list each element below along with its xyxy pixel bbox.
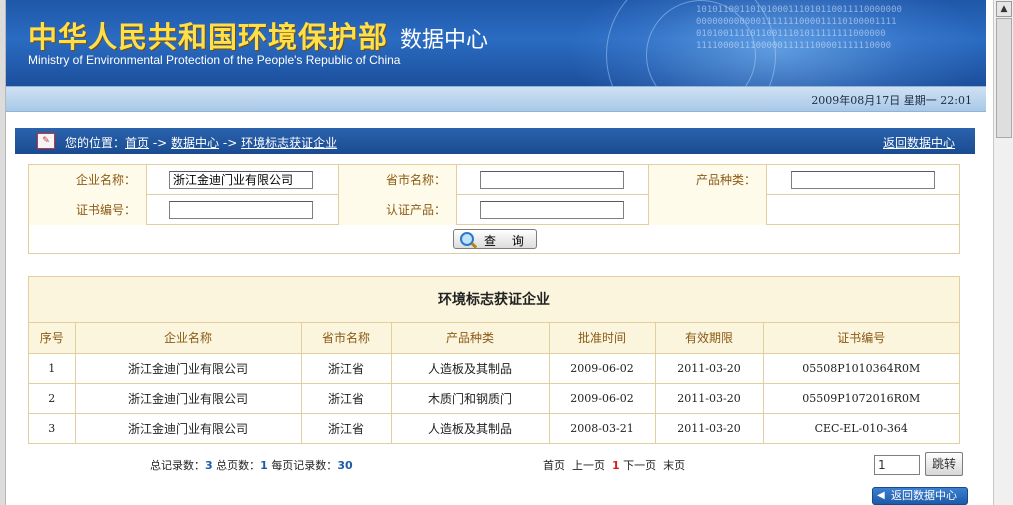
column-header-expiry-date: 有效期限 — [655, 323, 764, 354]
back-to-data-center-button[interactable]: ◀ 返回数据中心 — [872, 487, 968, 505]
empty-label-cell — [649, 195, 767, 225]
product-type-label: 产品种类： — [649, 165, 767, 195]
cert-product-label: 认证产品： — [339, 195, 457, 225]
scroll-thumb[interactable] — [996, 18, 1012, 138]
cell-cert-no: 05508P1010364R0M — [763, 353, 959, 384]
province-label: 省市名称： — [339, 165, 457, 195]
date-bar: 2009年08月17日 星期一 22:01 — [6, 86, 986, 112]
total-pages-value: 1 — [260, 459, 268, 472]
next-page-link[interactable]: 下一页 — [623, 459, 656, 472]
back-button-label: 返回数据中心 — [891, 489, 957, 502]
table-header-row: 序号 企业名称 省市名称 产品种类 批准时间 有效期限 证书编号 — [29, 323, 959, 354]
breadcrumb-current[interactable]: 环境标志获证企业 — [241, 136, 337, 150]
vertical-scrollbar[interactable]: ▲ — [993, 0, 1013, 505]
banner-binary-decor: 10101100110101000111010110011110000000 0… — [696, 5, 902, 51]
cell-approval-date: 2009-06-02 — [549, 353, 656, 384]
breadcrumb: ✎ 您的位置：首页 -> 数据中心 -> 环境标志获证企业 返回数据中心 — [15, 128, 975, 154]
last-page-link[interactable]: 末页 — [663, 459, 685, 472]
page: 10101100110101000111010110011110000000 0… — [0, 0, 1013, 505]
total-records-value: 3 — [205, 459, 213, 472]
cert-product-cell — [457, 195, 649, 225]
cell-cert-no: CEC-EL-010-364 — [763, 413, 959, 444]
company-name-input[interactable]: 浙江金迪门业有限公司 — [169, 171, 313, 189]
site-title-cn: 中华人民共和国环境保护部 — [28, 20, 389, 54]
scroll-up-arrow-icon[interactable]: ▲ — [996, 1, 1012, 17]
product-type-cell — [767, 165, 959, 195]
cell-approval-date: 2008-03-21 — [549, 413, 656, 444]
cert-product-input[interactable] — [480, 201, 624, 219]
breadcrumb-trail: 您的位置：首页 -> 数据中心 -> 环境标志获证企业 — [65, 134, 337, 151]
total-pages-label: 总页数： — [216, 459, 261, 472]
magnifier-icon — [460, 232, 474, 246]
cell-company: 浙江金迪门业有限公司 — [75, 353, 302, 384]
results-table: 序号 企业名称 省市名称 产品种类 批准时间 有效期限 证书编号 1 浙江金迪门… — [29, 323, 959, 444]
empty-cell — [767, 195, 959, 225]
breadcrumb-separator: -> — [149, 136, 172, 150]
location-icon: ✎ — [37, 133, 55, 149]
cell-index: 2 — [29, 383, 76, 414]
cell-company: 浙江金迪门业有限公司 — [75, 413, 302, 444]
breadcrumb-home-link[interactable]: 首页 — [125, 136, 149, 150]
jump-button[interactable]: 跳转 — [925, 452, 963, 476]
cell-expiry-date: 2011-03-20 — [655, 383, 764, 414]
left-arrow-icon: ◀ — [877, 490, 885, 501]
prev-page-link[interactable]: 上一页 — [572, 459, 605, 472]
jump-page-input[interactable]: 1 — [874, 455, 920, 475]
cell-product-type: 木质门和钢质门 — [391, 383, 550, 414]
site-subtitle: 数据中心 — [400, 28, 489, 53]
first-page-link[interactable]: 首页 — [543, 459, 565, 472]
cert-no-cell — [147, 195, 339, 225]
site-title-en: Ministry of Environmental Protection of … — [28, 53, 401, 67]
province-input[interactable] — [480, 171, 624, 189]
results-title: 环境标志获证企业 — [29, 277, 959, 323]
company-label: 企业名称： — [29, 165, 147, 195]
column-header-product-type: 产品种类 — [391, 323, 550, 354]
per-page-label: 每页记录数： — [271, 459, 338, 472]
cert-no-label: 证书编号： — [29, 195, 147, 225]
search-row: 企业名称： 浙江金迪门业有限公司 省市名称： 产品种类： — [29, 165, 959, 195]
cell-approval-date: 2009-06-02 — [549, 383, 656, 414]
cell-index: 3 — [29, 413, 76, 444]
search-row: 证书编号： 认证产品： — [29, 195, 959, 225]
current-datetime: 2009年08月17日 星期一 22:01 — [811, 94, 972, 107]
cell-cert-no: 05509P1072016R0M — [763, 383, 959, 414]
cell-province: 浙江省 — [301, 383, 392, 414]
total-records-label: 总记录数： — [150, 459, 205, 472]
company-cell: 浙江金迪门业有限公司 — [147, 165, 339, 195]
pager-stats: 总记录数：3 总页数：1 每页记录数：30 — [150, 457, 353, 473]
per-page-value: 30 — [337, 459, 353, 472]
cell-expiry-date: 2011-03-20 — [655, 353, 764, 384]
cell-province: 浙江省 — [301, 353, 392, 384]
column-header-cert-no: 证书编号 — [763, 323, 959, 354]
cell-province: 浙江省 — [301, 413, 392, 444]
cell-index: 1 — [29, 353, 76, 384]
breadcrumb-separator: -> — [219, 136, 242, 150]
column-header-company: 企业名称 — [75, 323, 302, 354]
column-header-approval-date: 批准时间 — [549, 323, 656, 354]
column-header-index: 序号 — [29, 323, 76, 354]
cert-no-input[interactable] — [169, 201, 313, 219]
table-row[interactable]: 3 浙江金迪门业有限公司 浙江省 人造板及其制品 2008-03-21 2011… — [29, 413, 959, 444]
cell-company: 浙江金迪门业有限公司 — [75, 383, 302, 414]
cell-product-type: 人造板及其制品 — [391, 413, 550, 444]
table-row[interactable]: 2 浙江金迪门业有限公司 浙江省 木质门和钢质门 2009-06-02 2011… — [29, 383, 959, 414]
results-panel: 环境标志获证企业 序号 企业名称 省市名称 产品种类 批准时间 有效期限 证书编… — [28, 276, 960, 444]
breadcrumb-data-center-link[interactable]: 数据中心 — [171, 136, 219, 150]
product-type-input[interactable] — [791, 171, 935, 189]
cell-expiry-date: 2011-03-20 — [655, 413, 764, 444]
pager-nav: 首页 上一页 1 下一页 末页 — [543, 457, 685, 473]
back-to-data-center-link[interactable]: 返回数据中心 — [883, 134, 955, 151]
current-page: 1 — [612, 459, 620, 472]
province-cell — [457, 165, 649, 195]
column-header-province: 省市名称 — [301, 323, 392, 354]
cell-product-type: 人造板及其制品 — [391, 353, 550, 384]
breadcrumb-prefix: 您的位置： — [65, 136, 126, 150]
search-form: 企业名称： 浙江金迪门业有限公司 省市名称： 产品种类： 证书编号： 认证产品： — [28, 164, 960, 254]
query-button-label: 查 询 — [484, 234, 530, 248]
query-button[interactable]: 查 询 — [453, 229, 537, 249]
table-row[interactable]: 1 浙江金迪门业有限公司 浙江省 人造板及其制品 2009-06-02 2011… — [29, 353, 959, 384]
header-banner: 10101100110101000111010110011110000000 0… — [6, 0, 986, 86]
